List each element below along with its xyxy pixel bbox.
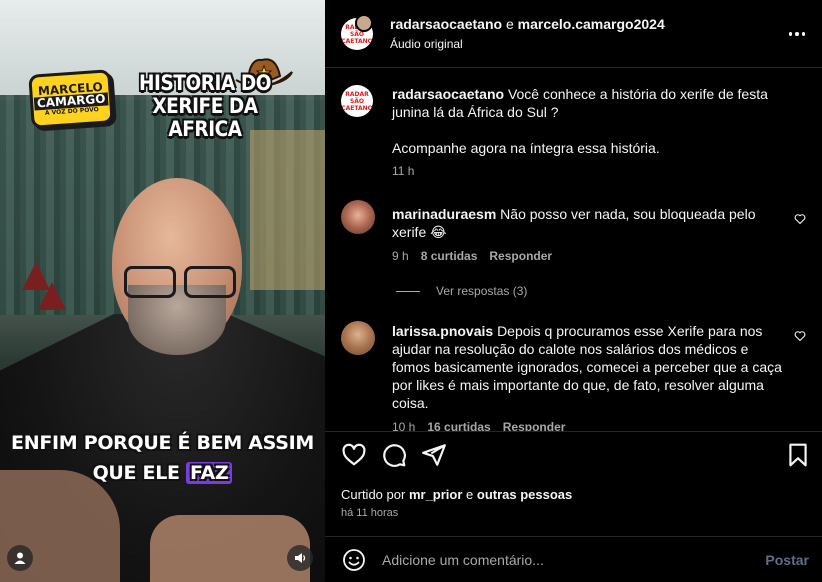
liked-by: Curtido por mr_prior e outras pessoas [341, 487, 572, 502]
video-wall [250, 130, 325, 290]
like-comment-icon[interactable] [794, 213, 806, 225]
comment-item: larissa.pnovais Depois q procuramos esse… [341, 321, 806, 431]
comment-text: marinaduraesm Não posso ver nada, sou bl… [392, 205, 790, 241]
comment-text: larissa.pnovais Depois q procuramos esse… [392, 322, 790, 412]
heart-icon[interactable] [341, 442, 367, 468]
subtitle-line1: ENFIM PORQUE É BEM ASSIM [11, 432, 314, 454]
reply-button[interactable]: Responder [489, 249, 552, 263]
person-glasses [120, 262, 242, 302]
caption-text: radarsaocaetano Você conhece a história … [392, 85, 790, 157]
audio-link[interactable]: Áudio original [390, 37, 463, 51]
comment-meta: 10 h 16 curtidas Responder [392, 420, 565, 431]
emoji-icon[interactable] [342, 548, 366, 572]
authors-connector: e [505, 16, 514, 32]
commenter-avatar[interactable] [341, 200, 375, 234]
share-icon[interactable] [421, 442, 447, 468]
video-title: HISTORIA DO XERIFE DA AFRICA [110, 72, 300, 141]
subtitle-highlight: FAZ [186, 462, 233, 484]
comment-item: marinaduraesm Não posso ver nada, sou bl… [341, 200, 806, 270]
caption-username[interactable]: radarsaocaetano [392, 86, 504, 102]
reel-video[interactable]: MARCELO CAMARGO A VOZ DO POVO HISTORIA D… [0, 0, 325, 582]
comment-likes[interactable]: 8 curtidas [421, 249, 478, 263]
liked-prefix: Curtido por [341, 487, 406, 502]
post-authors: radarsaocaetano e marcelo.camargo2024 [390, 16, 665, 32]
avatar-text-1: RADAR [345, 90, 369, 98]
post-comment-button[interactable]: Postar [765, 552, 809, 568]
tagged-users-button[interactable] [7, 545, 33, 571]
video-title-line2: XERIFE DA AFRICA [152, 94, 258, 141]
bookmark-icon[interactable] [785, 442, 811, 468]
caption-body-2: Acompanhe agora na íntegra essa história… [392, 140, 660, 156]
comment-likes[interactable]: 16 curtidas [427, 420, 490, 431]
speaker-icon [295, 553, 306, 563]
post-caption: RADAR SÃO CAETANO radarsaocaetano Você co… [341, 85, 806, 185]
post-actions: Curtido por mr_prior e outras pessoas há… [325, 431, 822, 535]
caption-avatar[interactable]: RADAR SÃO CAETANO [341, 85, 373, 117]
video-subtitle: ENFIM PORQUE É BEM ASSIM QUE ELE FAZ [0, 428, 325, 488]
user-icon [14, 552, 26, 564]
comment-username[interactable]: larissa.pnovais [392, 323, 493, 339]
subtitle-line2: QUE ELE FAZ [0, 458, 325, 488]
channel-logo: MARCELO CAMARGO A VOZ DO POVO [28, 69, 114, 129]
comment-input[interactable]: Adicione um comentário... [382, 552, 544, 568]
caption-time[interactable]: 11 h [392, 164, 414, 178]
post-time[interactable]: há 11 horas [341, 507, 398, 519]
video-title-line1: HISTORIA DO [138, 71, 272, 95]
comment-time[interactable]: 9 h [392, 249, 409, 263]
liked-others[interactable]: outras pessoas [477, 487, 572, 502]
post-header: RADARSÃO CAETANO radarsaocaetano e marce… [325, 0, 822, 68]
like-comment-icon[interactable] [794, 330, 806, 342]
view-replies-button[interactable]: Ver respostas (3) [396, 284, 527, 298]
commenter-avatar[interactable] [341, 321, 375, 355]
caption-meta: 11 h [392, 164, 414, 178]
comments-section[interactable]: RADAR SÃO CAETANO radarsaocaetano Você co… [325, 69, 822, 431]
avatar-logo: RADARSÃO CAETANO [341, 91, 373, 112]
post-panel: RADARSÃO CAETANO radarsaocaetano e marce… [325, 0, 822, 582]
coauthor-avatar[interactable] [355, 14, 373, 32]
liked-user[interactable]: mr_prior [409, 487, 462, 502]
comment-time[interactable]: 10 h [392, 420, 415, 431]
author-username[interactable]: radarsaocaetano [390, 16, 502, 32]
add-comment-bar: Adicione um comentário... Postar [325, 536, 822, 582]
liked-connector: e [466, 487, 474, 502]
reply-button[interactable]: Responder [503, 420, 566, 431]
comment-username[interactable]: marinaduraesm [392, 206, 496, 222]
comment-meta: 9 h 8 curtidas Responder [392, 249, 552, 263]
avatar-text-2: SÃO CAETANO [341, 30, 373, 45]
person-hands [150, 515, 310, 582]
mute-button[interactable] [287, 545, 313, 571]
subtitle-line2-text: QUE ELE [92, 462, 187, 484]
coauthor-username[interactable]: marcelo.camargo2024 [518, 16, 665, 32]
star-decoration [38, 282, 66, 310]
comment-icon[interactable] [381, 442, 407, 468]
view-replies-label: Ver respostas (3) [436, 284, 528, 298]
replies-divider [396, 290, 420, 292]
avatar-text-2: SÃO CAETANO [341, 97, 373, 112]
more-options-icon[interactable] [787, 24, 807, 44]
